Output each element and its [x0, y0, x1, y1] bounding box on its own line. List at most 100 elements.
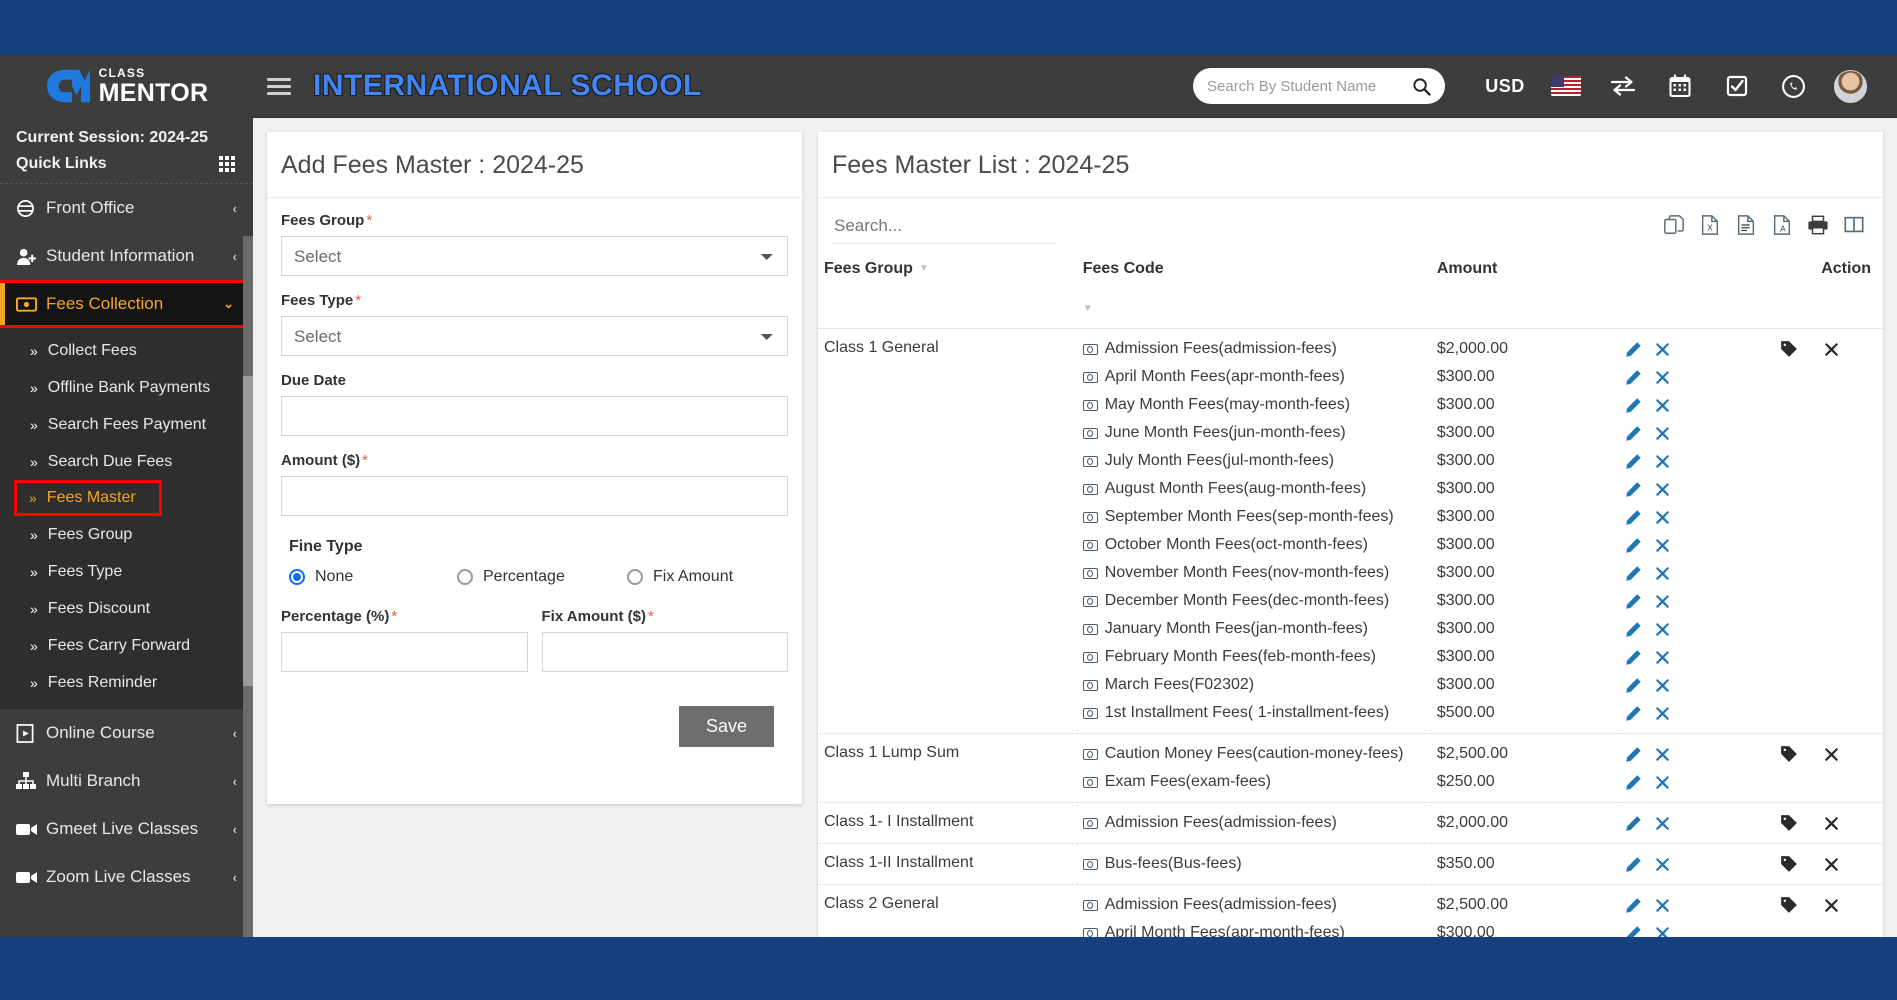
group-delete-icon[interactable]: [1824, 342, 1839, 357]
edit-icon[interactable]: [1625, 453, 1642, 470]
sidebar-item-online-course[interactable]: Online Course ‹: [0, 709, 253, 757]
sidebar-item-fees-collection[interactable]: Fees Collection ⌄: [0, 280, 253, 328]
sidebar-item-zoom-live-classes[interactable]: Zoom Live Classes ‹: [0, 853, 253, 901]
sidebar-subitem-search-fees-payment[interactable]: » Search Fees Payment: [0, 406, 253, 443]
edit-icon[interactable]: [1625, 341, 1642, 358]
fine-type-radio-fix-amount[interactable]: Fix Amount: [627, 568, 733, 586]
delete-icon[interactable]: [1655, 706, 1670, 721]
sidebar-subitem-fees-discount[interactable]: » Fees Discount: [0, 590, 253, 627]
excel-icon[interactable]: X: [1699, 214, 1721, 236]
radio-dot-icon[interactable]: [627, 569, 643, 585]
group-delete-icon[interactable]: [1824, 747, 1839, 762]
tag-icon[interactable]: [1780, 814, 1798, 832]
print-icon[interactable]: [1807, 214, 1829, 236]
delete-icon[interactable]: [1655, 370, 1670, 385]
edit-icon[interactable]: [1625, 856, 1642, 873]
sidebar-subitem-fees-reminder[interactable]: » Fees Reminder: [0, 664, 253, 701]
tag-icon[interactable]: [1780, 855, 1798, 873]
edit-icon[interactable]: [1625, 774, 1642, 791]
checkbox-icon[interactable]: [1708, 66, 1765, 106]
delete-icon[interactable]: [1655, 622, 1670, 637]
edit-icon[interactable]: [1625, 746, 1642, 763]
delete-icon[interactable]: [1655, 538, 1670, 553]
delete-icon[interactable]: [1655, 816, 1670, 831]
fine-type-radio-none[interactable]: None: [289, 568, 457, 586]
delete-icon[interactable]: [1655, 594, 1670, 609]
fees-group-select[interactable]: Select: [281, 236, 788, 276]
sidebar-item-multi-branch[interactable]: Multi Branch ‹: [0, 757, 253, 805]
sidebar-subitem-fees-group[interactable]: » Fees Group: [0, 516, 253, 553]
edit-icon[interactable]: [1625, 565, 1642, 582]
language-flag-button[interactable]: [1537, 66, 1594, 106]
sidebar-item-gmeet-live-classes[interactable]: Gmeet Live Classes ‹: [0, 805, 253, 853]
column-header-amount[interactable]: Amount: [1431, 244, 1619, 329]
save-button[interactable]: Save: [678, 706, 774, 747]
sidebar-subitem-collect-fees[interactable]: » Collect Fees: [0, 332, 253, 369]
edit-icon[interactable]: [1625, 593, 1642, 610]
delete-icon[interactable]: [1655, 898, 1670, 913]
delete-icon[interactable]: [1655, 398, 1670, 413]
fees-type-select[interactable]: Select: [281, 316, 788, 356]
sidebar-scrollbar-thumb[interactable]: [243, 376, 253, 686]
sidebar-item-front-office[interactable]: Front Office ‹: [0, 184, 253, 232]
whatsapp-icon[interactable]: [1765, 66, 1822, 106]
search-icon[interactable]: [1412, 77, 1431, 96]
sidebar-subitem-fees-master[interactable]: » Fees Master: [14, 480, 162, 516]
delete-icon[interactable]: [1655, 342, 1670, 357]
quick-links-row[interactable]: Quick Links: [0, 147, 253, 184]
search-input[interactable]: [1207, 77, 1412, 95]
delete-icon[interactable]: [1655, 678, 1670, 693]
copy-icon[interactable]: [1663, 214, 1685, 236]
fix-amount-input[interactable]: [541, 632, 788, 672]
sort-caret-icon[interactable]: ▼: [919, 260, 929, 278]
group-delete-icon[interactable]: [1824, 898, 1839, 913]
radio-dot-icon[interactable]: [457, 569, 473, 585]
edit-icon[interactable]: [1625, 425, 1642, 442]
edit-icon[interactable]: [1625, 677, 1642, 694]
sidebar-subitem-offline-bank-payments[interactable]: » Offline Bank Payments: [0, 369, 253, 406]
transfer-icon[interactable]: [1594, 66, 1651, 106]
delete-icon[interactable]: [1655, 775, 1670, 790]
delete-icon[interactable]: [1655, 566, 1670, 581]
delete-icon[interactable]: [1655, 747, 1670, 762]
list-search-wrapper[interactable]: [832, 212, 1057, 244]
column-header-action[interactable]: Action: [1770, 244, 1883, 329]
amount-input[interactable]: [281, 476, 788, 516]
calendar-icon[interactable]: [1651, 66, 1708, 106]
tag-icon[interactable]: [1780, 745, 1798, 763]
group-delete-icon[interactable]: [1824, 857, 1839, 872]
sidebar-subitem-fees-type[interactable]: » Fees Type: [0, 553, 253, 590]
fine-type-radio-percentage[interactable]: Percentage: [457, 568, 627, 586]
edit-icon[interactable]: [1625, 815, 1642, 832]
brand-logo[interactable]: CLASS MENTOR: [0, 54, 253, 118]
group-delete-icon[interactable]: [1824, 816, 1839, 831]
delete-icon[interactable]: [1655, 454, 1670, 469]
column-header-fees-code[interactable]: Fees Code ▼: [1077, 244, 1431, 329]
edit-icon[interactable]: [1625, 397, 1642, 414]
percentage-input[interactable]: [281, 632, 528, 672]
sidebar-subitem-fees-carry-forward[interactable]: » Fees Carry Forward: [0, 627, 253, 664]
tag-icon[interactable]: [1780, 340, 1798, 358]
user-avatar-button[interactable]: [1822, 66, 1879, 106]
list-search-input[interactable]: [832, 212, 1057, 244]
edit-icon[interactable]: [1625, 705, 1642, 722]
delete-icon[interactable]: [1655, 857, 1670, 872]
edit-icon[interactable]: [1625, 509, 1642, 526]
edit-icon[interactable]: [1625, 649, 1642, 666]
delete-icon[interactable]: [1655, 650, 1670, 665]
due-date-input[interactable]: [281, 396, 788, 436]
pdf-icon[interactable]: A: [1771, 214, 1793, 236]
sidebar-subitem-search-due-fees[interactable]: » Search Due Fees: [0, 443, 253, 480]
delete-icon[interactable]: [1655, 482, 1670, 497]
sidebar-item-student-information[interactable]: Student Information ‹: [0, 232, 253, 280]
sidebar-scrollbar-track[interactable]: [243, 236, 253, 937]
tag-icon[interactable]: [1780, 896, 1798, 914]
edit-icon[interactable]: [1625, 897, 1642, 914]
menu-toggle-icon[interactable]: [267, 77, 291, 95]
edit-icon[interactable]: [1625, 621, 1642, 638]
column-visibility-icon[interactable]: [1843, 214, 1865, 236]
currency-selector[interactable]: USD: [1473, 66, 1537, 106]
radio-dot-icon[interactable]: [289, 569, 305, 585]
edit-icon[interactable]: [1625, 537, 1642, 554]
sort-caret-icon[interactable]: ▼: [1083, 300, 1093, 318]
